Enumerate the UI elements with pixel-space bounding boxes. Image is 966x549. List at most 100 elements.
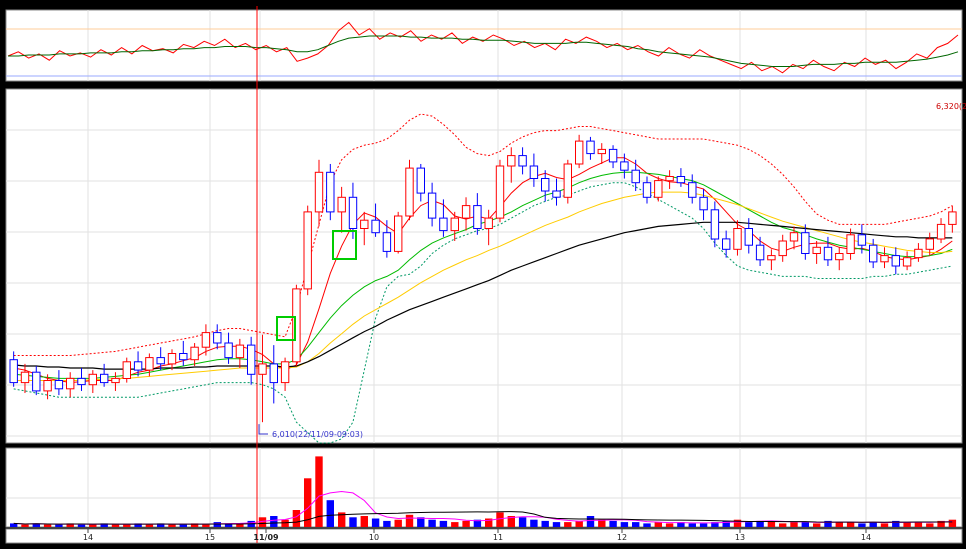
volume-bar <box>914 522 923 527</box>
candle-body <box>552 190 561 198</box>
volume-bar <box>349 517 357 527</box>
candle-body <box>100 373 109 384</box>
candle-body <box>620 161 629 171</box>
volume-bar <box>948 519 957 527</box>
candle-body <box>360 219 369 229</box>
candle-body <box>902 257 912 267</box>
volume-bar <box>801 522 809 527</box>
candle <box>563 159 572 204</box>
candle-body <box>710 209 720 240</box>
candle-body <box>405 167 414 217</box>
panel-osc <box>5 9 963 82</box>
candle <box>292 284 301 366</box>
candle-body <box>326 171 335 213</box>
candle-body <box>914 248 923 259</box>
x-tick-label: 11/09 <box>253 533 279 542</box>
candle-body <box>32 371 41 392</box>
candle-body <box>846 234 855 255</box>
volume-bar <box>202 524 210 527</box>
candle <box>303 205 312 296</box>
chart-canvas[interactable]: 6,010(22/11/09-09:03) 6,320(22 14 15 11/09 10… <box>0 0 966 549</box>
volume-bar <box>281 519 289 527</box>
volume-bar <box>451 522 459 527</box>
low-label: 6,010(22/11/09-09:03) <box>272 430 363 439</box>
volume-bar <box>530 519 538 527</box>
candle-body <box>427 192 437 219</box>
volume-bar <box>813 523 821 527</box>
volume-bar <box>111 524 120 527</box>
candle-body <box>823 246 833 261</box>
volume-bar <box>371 518 380 527</box>
candle-body <box>201 332 211 348</box>
candle-body <box>835 253 844 261</box>
candle-body <box>665 176 674 182</box>
panel-price <box>5 88 963 444</box>
volume-bar <box>880 523 889 527</box>
chart-window: 6,010(22/11/09-09:03) 6,320(22 14 15 11/09 10… <box>0 0 966 549</box>
candle <box>654 176 663 202</box>
candle-body <box>484 217 493 230</box>
volume-bar <box>586 516 595 527</box>
candle-body <box>654 180 663 198</box>
candle-body <box>167 353 177 365</box>
candle-body <box>688 182 697 198</box>
candle-body <box>145 357 154 371</box>
candle <box>495 159 505 223</box>
volume-bar <box>632 522 640 527</box>
candle-body <box>812 246 821 255</box>
volume-bar <box>439 520 448 527</box>
candle <box>326 163 335 221</box>
candle-body <box>597 148 606 155</box>
candle-body <box>54 380 64 390</box>
volume-bar <box>179 524 187 527</box>
candle-body <box>880 255 889 263</box>
candle-body <box>631 169 640 184</box>
volume-bar <box>552 522 561 527</box>
volume-bar <box>869 522 877 527</box>
candle-body <box>303 211 312 290</box>
candle-body <box>450 217 460 232</box>
candle-body <box>495 165 505 219</box>
volume-bar <box>405 514 414 527</box>
candle-body <box>269 363 279 384</box>
candle-body <box>394 215 403 252</box>
candle-body <box>789 232 799 242</box>
candle-body <box>507 155 516 167</box>
volume-bar <box>55 524 63 527</box>
volume-bar <box>609 520 617 527</box>
volume-bar <box>21 524 29 527</box>
volume-bar <box>665 523 674 527</box>
candle-body <box>925 238 934 250</box>
candle-body <box>755 244 765 261</box>
volume-bar <box>43 524 52 527</box>
candle-body <box>869 244 878 263</box>
volume-bar <box>270 516 278 527</box>
candle-body <box>891 255 900 267</box>
x-tick-label: 11 <box>493 533 503 542</box>
volume-bar <box>643 523 651 527</box>
candle-body <box>179 353 188 361</box>
volume-bar <box>699 523 708 527</box>
candle-body <box>122 361 131 379</box>
candle-body <box>292 288 301 363</box>
volume-bar <box>462 520 470 527</box>
candle-body <box>936 223 946 240</box>
volume-bar <box>575 520 583 527</box>
candle-body <box>371 219 380 234</box>
candle-body <box>382 232 392 252</box>
candle <box>394 211 403 254</box>
candle <box>405 159 414 221</box>
x-tick-label: 12 <box>617 533 627 542</box>
candle-body <box>77 377 86 386</box>
candle-body <box>767 255 776 261</box>
candle-body <box>642 182 652 198</box>
candle-body <box>9 359 18 384</box>
volume-bar <box>745 522 753 527</box>
volume-bar <box>428 519 436 527</box>
x-tick-label: 10 <box>369 533 379 542</box>
x-tick-label: 14 <box>83 533 93 542</box>
candle-body <box>314 171 324 213</box>
volume-bar <box>518 517 527 527</box>
volume-bar <box>846 522 855 527</box>
volume-bar <box>123 524 131 527</box>
